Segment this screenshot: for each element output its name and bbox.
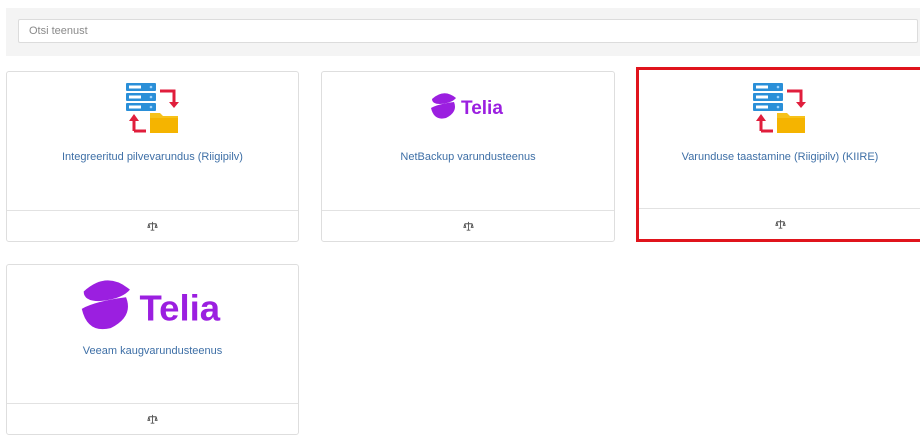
telia-logo: Telia xyxy=(322,90,614,122)
search-input[interactable] xyxy=(18,19,918,43)
service-card-title: Integreeritud pilvevarundus (Riigipilv) xyxy=(62,151,243,163)
server-folder-backup-icon xyxy=(7,81,298,135)
scale-icon[interactable] xyxy=(147,414,158,425)
service-card-veeam-remote-backup[interactable]: Telia Veeam kaugvarundusteenus xyxy=(6,264,299,435)
card-footer xyxy=(7,210,298,241)
service-card-title: Varunduse taastamine (Riigipilv) (KIIRE) xyxy=(681,151,879,163)
telia-logo-text: Telia xyxy=(461,98,503,119)
search-band xyxy=(6,8,920,56)
telia-logo: Telia xyxy=(7,273,298,337)
scale-icon[interactable] xyxy=(147,221,158,232)
card-footer xyxy=(7,403,298,434)
telia-logo-text: Telia xyxy=(139,287,220,328)
service-card-integrated-cloud-backup[interactable]: Integreeritud pilvevarundus (Riigipilv) xyxy=(6,71,299,242)
service-card-backup-restore-urgent[interactable]: Varunduse taastamine (Riigipilv) (KIIRE) xyxy=(636,67,920,242)
service-card-netbackup[interactable]: Telia NetBackup varundusteenus xyxy=(321,71,615,242)
service-card-title: NetBackup varundusteenus xyxy=(400,151,536,163)
scale-icon[interactable] xyxy=(462,221,474,232)
server-folder-backup-icon xyxy=(639,81,920,135)
card-footer xyxy=(322,210,614,241)
service-card-title: Veeam kaugvarundusteenus xyxy=(82,345,223,357)
scale-icon[interactable] xyxy=(774,219,786,230)
card-footer xyxy=(639,208,920,239)
